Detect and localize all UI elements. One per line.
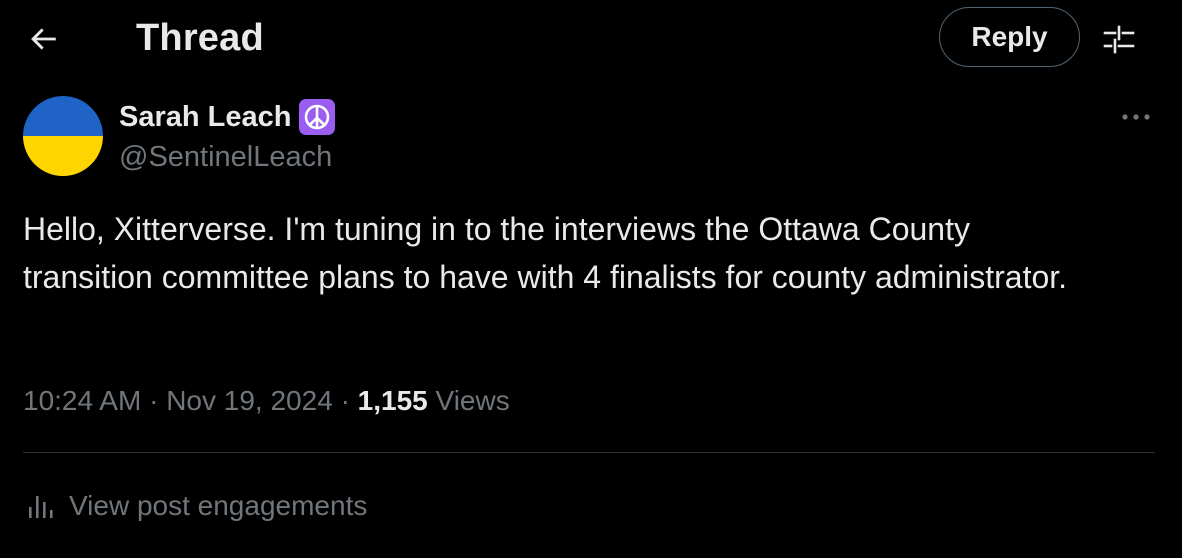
author-name: Sarah Leach xyxy=(119,101,292,133)
settings-button[interactable] xyxy=(1098,18,1140,60)
views-count: 1,155 xyxy=(357,385,428,416)
reply-button[interactable]: Reply xyxy=(939,7,1080,67)
post-time[interactable]: 10:24 AM xyxy=(23,385,141,416)
author-handle[interactable]: @SentinelLeach xyxy=(119,138,332,176)
post-text: Hello, Xitterverse. I'm tuning in to the… xyxy=(23,211,1068,295)
divider xyxy=(23,452,1155,453)
sliders-icon xyxy=(1103,25,1135,54)
post-date[interactable]: Nov 19, 2024 xyxy=(166,385,333,416)
more-horizontal-icon xyxy=(1122,114,1150,120)
avatar-flag-blue xyxy=(23,96,103,136)
views-label: Views xyxy=(435,385,510,416)
meta-separator: · xyxy=(340,385,350,416)
avatar-flag-yellow xyxy=(23,136,103,176)
view-engagements-label: View post engagements xyxy=(69,490,368,521)
peace-symbol-icon xyxy=(299,99,336,135)
thread-page: Thread Reply Sarah Leach @SentinelLeach … xyxy=(0,0,1182,558)
meta-separator: · xyxy=(149,385,159,416)
back-button[interactable] xyxy=(22,18,64,60)
more-options-button[interactable] xyxy=(1116,100,1156,134)
avatar[interactable] xyxy=(23,96,103,176)
page-title: Thread xyxy=(136,17,264,59)
author-name-link[interactable]: Sarah Leach xyxy=(119,98,336,136)
view-engagements-link[interactable]: View post engagements xyxy=(27,486,367,526)
analytics-bars-icon xyxy=(29,496,53,518)
post-meta: 10:24 AM · Nov 19, 2024 · 1,155 Views xyxy=(23,381,510,421)
arrow-left-icon xyxy=(31,28,56,50)
